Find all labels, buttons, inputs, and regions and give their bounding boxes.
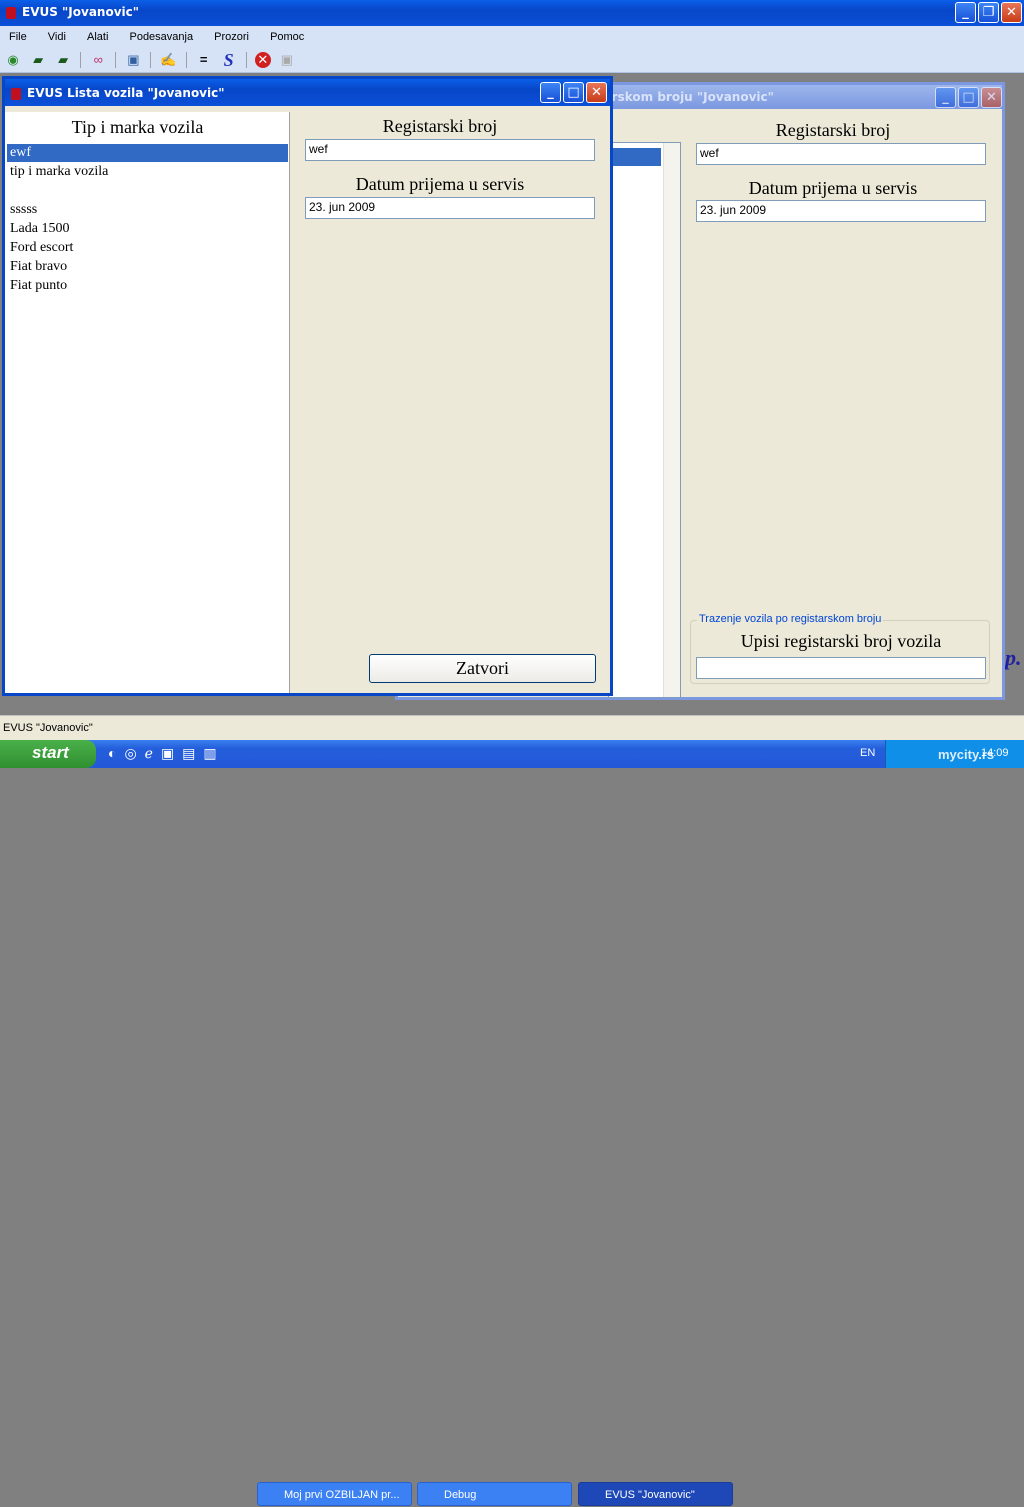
menu-bar: File Vidi Alati Podesavanja Prozori Pomo… xyxy=(0,26,1024,49)
menu-podesavanja[interactable]: Podesavanja xyxy=(129,31,193,43)
language-indicator[interactable]: EN xyxy=(860,747,875,759)
restore-button[interactable]: ❐ xyxy=(978,2,999,23)
car-green-icon[interactable]: ▰ xyxy=(29,52,47,68)
status-bar: EVUS "Jovanovic" xyxy=(0,715,1024,740)
menu-prozori[interactable]: Prozori xyxy=(214,31,249,43)
car-eye-icon[interactable]: ◉ xyxy=(4,52,22,68)
hand-icon[interactable]: ✍ xyxy=(160,52,178,68)
start-button[interactable]: start xyxy=(0,740,96,768)
system-tray: 14:09 mycity.rs xyxy=(885,740,1024,768)
list-window-title: EVUS Lista vozila "Jovanovic" xyxy=(27,86,225,100)
search-window-title: ...rskom broju "Jovanovic" xyxy=(598,90,774,104)
menu-alati[interactable]: Alati xyxy=(87,31,108,43)
list-panel: Tip i marka vozila ewf tip i marka vozil… xyxy=(5,112,290,693)
search-input[interactable] xyxy=(696,657,986,679)
picture-icon[interactable]: ▣ xyxy=(124,52,142,68)
picture-disabled-icon: ▣ xyxy=(280,52,294,67)
list-header: Tip i marka vozila xyxy=(71,117,204,137)
minimize-button[interactable]: _ xyxy=(540,82,561,103)
list-item[interactable]: Lada 1500 xyxy=(7,220,288,238)
reg-input[interactable]: wef xyxy=(696,143,986,165)
list-item[interactable]: sssss xyxy=(7,201,288,219)
reg-input[interactable]: wef xyxy=(305,139,595,161)
maximize-button[interactable]: □ xyxy=(563,82,584,103)
menu-pomoc[interactable]: Pomoc xyxy=(270,31,304,43)
menu-file[interactable]: File xyxy=(9,31,27,43)
vehicle-list[interactable] xyxy=(608,142,681,698)
vehicle-list-window: EVUS Lista vozila "Jovanovic" _ □ ✕ Tip … xyxy=(2,76,613,696)
list-item[interactable]: Ford escort xyxy=(7,239,288,257)
date-input[interactable]: 23. jun 2009 xyxy=(696,200,986,222)
menu-vidi[interactable]: Vidi xyxy=(48,31,66,43)
reg-label: Registarski broj xyxy=(775,120,891,140)
group-legend: Trazenje vozila po registarskom broju xyxy=(697,613,884,625)
background-text: p. xyxy=(1005,645,1022,670)
close-button[interactable]: ✕ xyxy=(981,87,1002,108)
close-window-button[interactable]: Zatvori xyxy=(369,654,596,683)
car-green-icon[interactable]: ▰ xyxy=(54,52,72,68)
taskbar-item[interactable]: Moj prvi OZBILJAN pr... xyxy=(257,1482,412,1506)
taskbar: start ◐◎ℯ▣▤▥ Moj prvi OZBILJAN pr... Deb… xyxy=(0,740,1024,1506)
list-item[interactable]: Fiat punto xyxy=(7,277,288,295)
equals-icon[interactable]: = xyxy=(195,52,213,68)
selected-row[interactable] xyxy=(609,148,661,166)
toolbar: ◉ ▰ ▰ ∞ ▣ ✍ = S ✕ ▣ xyxy=(0,49,1024,73)
close-button[interactable]: ✕ xyxy=(1001,2,1022,23)
stop-icon[interactable]: ✕ xyxy=(254,52,271,68)
glasses-icon[interactable]: ∞ xyxy=(89,52,107,68)
app-icon xyxy=(11,87,21,100)
taskbar-item[interactable]: Debug xyxy=(417,1482,572,1506)
app-title-bar: EVUS "Jovanovic" _ ❐ ✕ xyxy=(0,0,1024,26)
taskbar-item[interactable]: EVUS "Jovanovic" xyxy=(578,1482,733,1506)
search-group: Trazenje vozila po registarskom broju Up… xyxy=(690,613,990,684)
scrollbar[interactable] xyxy=(663,143,680,697)
s-logo-icon[interactable]: S xyxy=(220,51,238,69)
minimize-button[interactable]: _ xyxy=(935,87,956,108)
list-item[interactable]: Fiat bravo xyxy=(7,258,288,276)
list-item[interactable]: ewf xyxy=(7,144,288,162)
watermark: mycity.rs xyxy=(938,747,995,762)
reg-label: Registarski broj xyxy=(382,116,498,136)
search-label: Upisi registarski broj vozila xyxy=(740,631,942,651)
status-text: EVUS "Jovanovic" xyxy=(3,722,93,734)
date-label: Datum prijema u servis xyxy=(748,178,918,198)
date-label: Datum prijema u servis xyxy=(355,174,525,194)
date-input[interactable]: 23. jun 2009 xyxy=(305,197,595,219)
list-item[interactable]: tip i marka vozila xyxy=(7,163,288,181)
app-icon xyxy=(6,6,16,19)
maximize-button[interactable]: □ xyxy=(958,87,979,108)
list-window-title-bar: EVUS Lista vozila "Jovanovic" _ □ ✕ xyxy=(5,79,610,106)
minimize-button[interactable]: _ xyxy=(955,2,976,23)
list-item[interactable] xyxy=(7,182,288,200)
quick-launch: ◐◎ℯ▣▤▥ xyxy=(108,745,225,761)
close-button[interactable]: ✕ xyxy=(586,82,607,103)
start-label: start xyxy=(32,743,69,762)
app-title: EVUS "Jovanovic" xyxy=(22,5,140,19)
